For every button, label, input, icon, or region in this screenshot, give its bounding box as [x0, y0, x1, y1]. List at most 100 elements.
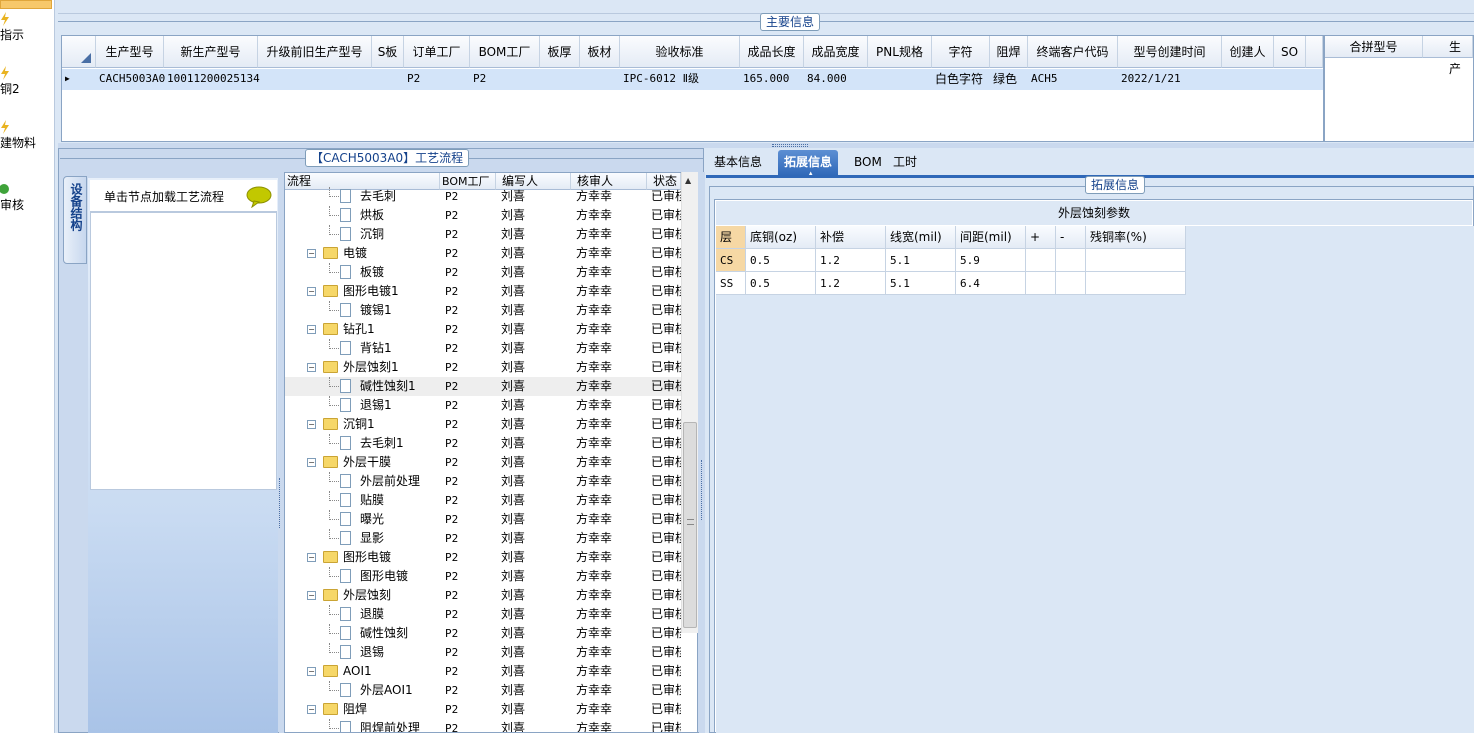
nav-item-copper[interactable]: 铜2 [0, 66, 54, 97]
tree-row[interactable]: − 图形电镀1 P2 刘喜 方幸幸 已审核 [285, 282, 681, 301]
param-cell[interactable] [1086, 272, 1186, 295]
param-col-header[interactable]: 间距(mil) [956, 226, 1026, 249]
cell-customer-code[interactable]: ACH5 [1028, 69, 1118, 89]
tree-row[interactable]: 镀锡1 P2 刘喜 方幸幸 已审核 [285, 301, 681, 320]
cell-new-model[interactable]: 10011200025134 [164, 69, 260, 89]
scroll-thumb[interactable] [683, 422, 697, 628]
cell-created-time[interactable]: 2022/1/21 [1118, 69, 1222, 89]
vertical-splitter[interactable] [699, 172, 705, 733]
splitter-grip-icon[interactable] [701, 460, 704, 520]
cell-bom-factory[interactable]: P2 [470, 69, 540, 89]
param-cell[interactable]: 5.9 [956, 249, 1026, 272]
collapse-icon[interactable]: − [307, 287, 316, 296]
param-cell[interactable]: 5.1 [886, 272, 956, 295]
tree-row[interactable]: 阻焊前处理 P2 刘喜 方幸幸 已审核 [285, 719, 681, 732]
cell-width[interactable]: 84.000 [804, 69, 868, 89]
col-header[interactable]: 生产型号 [96, 36, 164, 68]
tree-row[interactable]: 烘板 P2 刘喜 方幸幸 已审核 [285, 206, 681, 225]
param-row-header[interactable]: CS [716, 249, 746, 272]
tree-row[interactable]: 图形电镀 P2 刘喜 方幸幸 已审核 [285, 567, 681, 586]
splitter-grip-icon[interactable] [279, 478, 283, 528]
tree-row[interactable]: − 外层蚀刻1 P2 刘喜 方幸幸 已审核 [285, 358, 681, 377]
nav-item-review[interactable]: 审核 [0, 182, 54, 213]
param-col-header[interactable]: 层 [716, 226, 746, 249]
tree-row[interactable]: 外层前处理 P2 刘喜 方幸幸 已审核 [285, 472, 681, 491]
cell-model[interactable]: CACH5003A0 [96, 69, 165, 89]
nav-item-create-material[interactable]: 建物料 [0, 120, 54, 151]
param-cell[interactable] [1086, 249, 1186, 272]
tree-row[interactable]: − 钻孔1 P2 刘喜 方幸幸 已审核 [285, 320, 681, 339]
tree-row[interactable]: 退膜 P2 刘喜 方幸幸 已审核 [285, 605, 681, 624]
cell-legend-ink[interactable]: 白色字符 [932, 69, 990, 89]
col-header[interactable]: 终端客户代码 [1028, 36, 1118, 68]
col-header[interactable]: 板厚 [540, 36, 580, 68]
param-cell[interactable] [1026, 249, 1056, 272]
speech-bubble-icon[interactable] [246, 186, 272, 208]
tree-row[interactable]: 去毛刺1 P2 刘喜 方幸幸 已审核 [285, 434, 681, 453]
col-header[interactable]: 升级前旧生产型号 [258, 36, 372, 68]
collapse-icon[interactable]: − [307, 420, 316, 429]
collapse-icon[interactable]: − [307, 705, 316, 714]
tree-row[interactable]: 去毛刺 P2 刘喜 方幸幸 已审核 [285, 187, 681, 206]
collapse-icon[interactable]: − [307, 458, 316, 467]
tree-row[interactable]: 碱性蚀刻1 P2 刘喜 方幸幸 已审核 [285, 377, 681, 396]
param-col-header[interactable]: 补偿 [816, 226, 886, 249]
tree-row[interactable]: 显影 P2 刘喜 方幸幸 已审核 [285, 529, 681, 548]
col-header[interactable]: 阻焊 [990, 36, 1028, 68]
col-header[interactable]: 字符 [932, 36, 990, 68]
param-col-header[interactable]: 残铜率(%) [1086, 226, 1186, 249]
col-header[interactable]: BOM工厂 [470, 36, 540, 68]
tree-scrollbar[interactable]: ▲ [681, 172, 698, 633]
cell-standard[interactable]: IPC-6012 Ⅱ级 [620, 69, 740, 89]
collapse-icon[interactable]: − [307, 667, 316, 676]
col-header[interactable]: 成品长度 [740, 36, 804, 68]
param-col-header[interactable]: - [1056, 226, 1086, 249]
scroll-up-icon[interactable]: ▲ [685, 176, 691, 185]
tree-row[interactable]: − AOI1 P2 刘喜 方幸幸 已审核 [285, 662, 681, 681]
param-row-header[interactable]: SS [716, 272, 746, 295]
col-header[interactable]: 新生产型号 [164, 36, 258, 68]
tree-row[interactable]: 外层AOI1 P2 刘喜 方幸幸 已审核 [285, 681, 681, 700]
param-cell[interactable]: 0.5 [746, 272, 816, 295]
param-cell[interactable] [1056, 249, 1086, 272]
col-header[interactable]: PNL规格 [868, 36, 932, 68]
cell-order-factory[interactable]: P2 [404, 69, 470, 89]
col-header[interactable]: 型号创建时间 [1118, 36, 1222, 68]
collapse-icon[interactable]: − [307, 591, 316, 600]
splitter-grip-icon[interactable] [772, 144, 808, 147]
cell-solder-mask[interactable]: 绿色 [990, 69, 1028, 89]
param-col-header[interactable]: 线宽(mil) [886, 226, 956, 249]
param-cell[interactable] [1026, 272, 1056, 295]
nav-item-instruction[interactable]: 指示 [0, 12, 54, 43]
param-cell[interactable]: 0.5 [746, 249, 816, 272]
cell-length[interactable]: 165.000 [740, 69, 804, 89]
param-cell[interactable]: 1.2 [816, 272, 886, 295]
tree-row[interactable]: 沉铜 P2 刘喜 方幸幸 已审核 [285, 225, 681, 244]
col-header[interactable]: 订单工厂 [404, 36, 470, 68]
tab-work-hours[interactable]: 工时 [887, 150, 923, 176]
tree-row[interactable]: 贴膜 P2 刘喜 方幸幸 已审核 [285, 491, 681, 510]
col-header[interactable]: 合拼型号 [1325, 36, 1423, 58]
tree-row[interactable]: 曝光 P2 刘喜 方幸幸 已审核 [285, 510, 681, 529]
collapse-icon[interactable]: − [307, 325, 316, 334]
tree-row[interactable]: 退锡 P2 刘喜 方幸幸 已审核 [285, 643, 681, 662]
col-header[interactable]: 成品宽度 [804, 36, 868, 68]
col-header[interactable]: 创建人 [1222, 36, 1274, 68]
tab-equipment-structure[interactable]: 设备结构 [63, 176, 87, 264]
collapse-icon[interactable]: − [307, 363, 316, 372]
tree-row[interactable]: 碱性蚀刻 P2 刘喜 方幸幸 已审核 [285, 624, 681, 643]
tree-row[interactable]: − 电镀 P2 刘喜 方幸幸 已审核 [285, 244, 681, 263]
tree-row[interactable]: − 外层蚀刻 P2 刘喜 方幸幸 已审核 [285, 586, 681, 605]
param-col-header[interactable]: + [1026, 226, 1056, 249]
tree-row[interactable]: 背钻1 P2 刘喜 方幸幸 已审核 [285, 339, 681, 358]
tree-row[interactable]: 板镀 P2 刘喜 方幸幸 已审核 [285, 263, 681, 282]
collapse-icon[interactable]: − [307, 249, 316, 258]
col-header[interactable]: S板 [372, 36, 404, 68]
param-cell[interactable]: 5.1 [886, 249, 956, 272]
tab-bom[interactable]: BOM [848, 150, 888, 176]
param-cell[interactable]: 1.2 [816, 249, 886, 272]
param-cell[interactable]: 6.4 [956, 272, 1026, 295]
tree-row[interactable]: − 图形电镀 P2 刘喜 方幸幸 已审核 [285, 548, 681, 567]
tree-row[interactable]: − 外层干膜 P2 刘喜 方幸幸 已审核 [285, 453, 681, 472]
col-header[interactable]: 生产 [1423, 36, 1473, 76]
